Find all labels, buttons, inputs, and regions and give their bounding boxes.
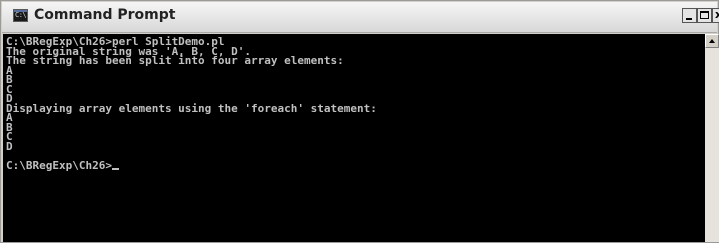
prompt-line[interactable]: C:\BRegExp\Ch26>	[6, 158, 377, 172]
console-line: B	[6, 73, 13, 86]
console-line: Displaying array elements using the 'for…	[6, 101, 377, 115]
console-output[interactable]: C:\BRegExp\Ch26>perl SplitDemo.pl The ori…	[3, 34, 705, 242]
close-icon: x	[714, 8, 719, 21]
console-line: B	[6, 120, 13, 134]
scroll-up-button[interactable]	[705, 34, 719, 48]
minimize-icon	[686, 18, 692, 20]
console-line: C	[6, 82, 13, 96]
prompt-text: C:\BRegExp\Ch26>	[6, 158, 112, 172]
command-prompt-icon[interactable]: C:\	[13, 9, 28, 22]
command-prompt-window: C:\ Command Prompt x C:\BRegExp\Ch26>per…	[0, 0, 719, 243]
close-button[interactable]: x	[712, 8, 719, 23]
vertical-scrollbar[interactable]	[705, 34, 719, 242]
window-title: Command Prompt	[34, 7, 176, 23]
console-text: C:\BRegExp\Ch26>perl SplitDemo.pl The ori…	[6, 36, 377, 172]
icon-text: C:\	[15, 11, 27, 19]
console-line: D	[6, 139, 13, 153]
title-bar[interactable]: C:\ Command Prompt x	[2, 2, 719, 33]
maximize-icon	[700, 11, 709, 19]
console-line: The string has been split into four arra…	[6, 54, 344, 67]
text-cursor	[111, 167, 119, 170]
console-line: C	[6, 130, 13, 143]
scroll-up-arrow-icon	[709, 39, 715, 43]
minimize-button[interactable]	[682, 8, 697, 23]
maximize-button[interactable]	[697, 8, 712, 23]
